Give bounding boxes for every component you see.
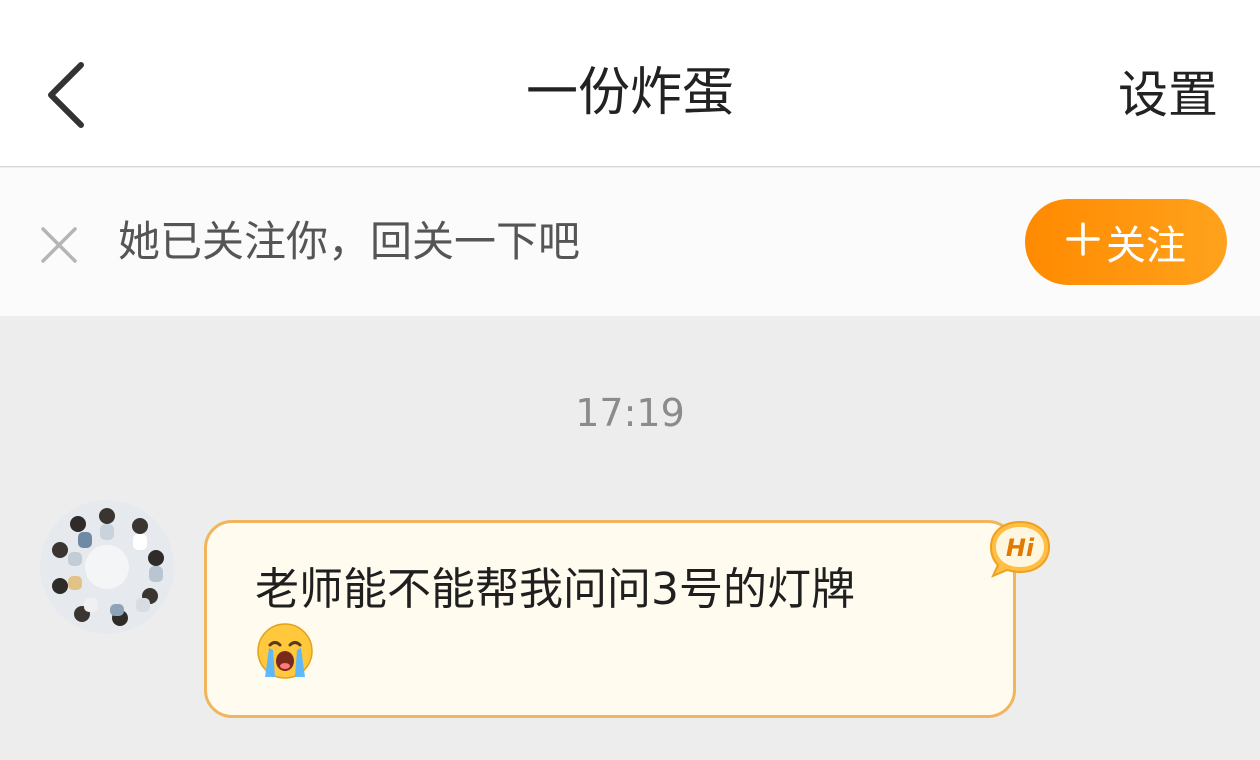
- message-text-container: 老师能不能帮我问问3号的灯牌: [255, 559, 995, 690]
- avatar[interactable]: [40, 500, 174, 634]
- plus-icon: [1066, 220, 1100, 264]
- close-banner-button[interactable]: [32, 218, 86, 272]
- follow-back-banner: 她已关注你，回关一下吧 关注: [0, 168, 1260, 316]
- message-timestamp: 17:19: [575, 391, 685, 435]
- crying-face-icon: [255, 621, 315, 681]
- page-title: 一份炸蛋: [525, 63, 734, 123]
- hi-badge-label: Hi: [1006, 534, 1035, 562]
- follow-back-prompt: 她已关注你，回关一下吧: [118, 217, 581, 266]
- follow-button[interactable]: 关注: [1025, 199, 1227, 285]
- hi-badge-icon[interactable]: Hi: [987, 518, 1053, 580]
- follow-button-label: 关注: [1106, 223, 1186, 269]
- group-photo-image: [40, 500, 174, 634]
- chat-screen: 一份炸蛋 设置 她已关注你，回关一下吧 关注 17:19 老师能不能帮我问问3号…: [0, 0, 1260, 760]
- back-button[interactable]: [30, 50, 100, 140]
- close-icon: [41, 227, 77, 263]
- message-text: 老师能不能帮我问问3号的灯牌: [255, 564, 855, 615]
- chevron-left-icon: [48, 62, 84, 128]
- bubble-body: 老师能不能帮我问问3号的灯牌: [204, 520, 1016, 718]
- settings-button[interactable]: 设置: [1118, 62, 1218, 128]
- top-nav-bar: 一份炸蛋 设置: [0, 0, 1260, 167]
